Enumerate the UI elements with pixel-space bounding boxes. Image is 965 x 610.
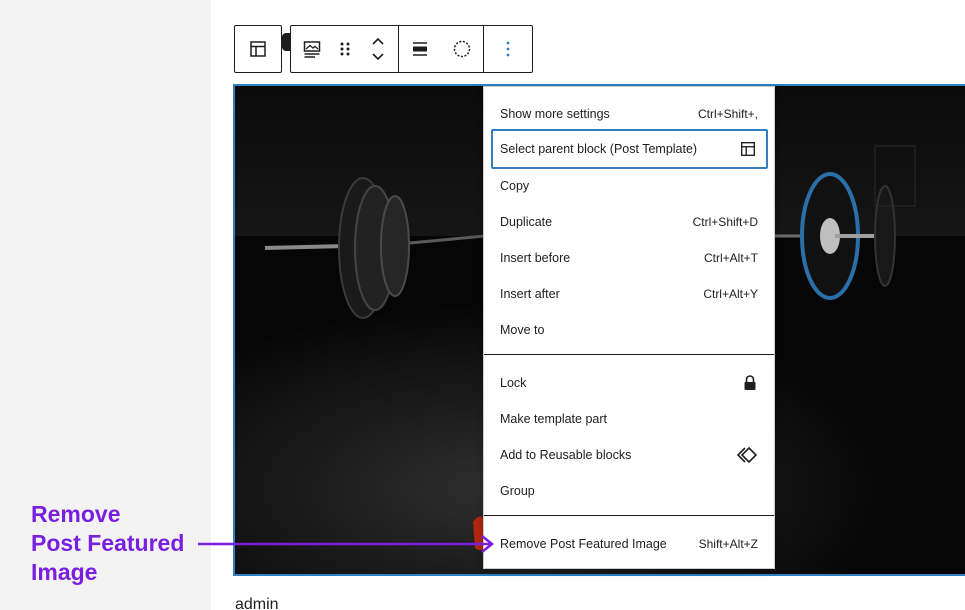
menu-item-label: Insert before — [500, 251, 571, 265]
more-options-icon — [506, 41, 510, 57]
menu-item-make-template-part[interactable]: Make template part — [500, 405, 758, 433]
menu-item-label: Group — [500, 484, 535, 498]
duotone-button[interactable] — [445, 26, 479, 72]
menu-item-label: Make template part — [500, 412, 607, 426]
menu-item-label: Add to Reusable blocks — [500, 448, 632, 462]
menu-separator — [484, 515, 774, 516]
menu-item-insert-before[interactable]: Insert before Ctrl+Alt+T — [500, 244, 758, 272]
annotation-callout: Remove Post Featured Image — [31, 500, 184, 587]
menu-item-label: Show more settings — [500, 107, 610, 121]
menu-item-show-more-settings[interactable]: Show more settings Ctrl+Shift+, — [500, 100, 758, 128]
block-toolbar — [290, 25, 533, 73]
menu-item-label: Lock — [500, 376, 527, 390]
lock-icon — [744, 375, 756, 390]
annotation-line: Post Featured — [31, 530, 185, 556]
menu-item-label: Insert after — [500, 287, 560, 301]
menu-item-label: Select parent block (Post Template) — [500, 142, 698, 156]
menu-item-remove-post-featured-image[interactable]: Remove Post Featured Image Shift+Alt+Z — [500, 530, 758, 558]
menu-item-shortcut: Ctrl+Alt+T — [703, 251, 758, 265]
align-icon — [413, 42, 427, 56]
menu-item-shortcut: Ctrl+Shift+D — [692, 215, 758, 229]
block-type-button[interactable] — [295, 26, 328, 72]
select-parent-button[interactable] — [234, 25, 282, 73]
annotation-arrow-icon — [198, 535, 495, 553]
menu-item-label: Duplicate — [500, 215, 553, 229]
menu-item-duplicate[interactable]: Duplicate Ctrl+Shift+D — [500, 208, 758, 236]
menu-item-label: Remove Post Featured Image — [500, 537, 667, 551]
menu-item-insert-after[interactable]: Insert after Ctrl+Alt+Y — [500, 280, 758, 308]
menu-item-move-to[interactable]: Move to — [500, 316, 758, 344]
menu-item-lock[interactable]: Lock — [500, 369, 758, 397]
move-up-down-icon — [371, 37, 384, 61]
move-up-down-button[interactable] — [361, 26, 394, 72]
menu-separator — [484, 354, 774, 355]
duotone-icon — [453, 40, 471, 58]
post-template-icon — [250, 41, 266, 57]
post-featured-image-icon — [303, 41, 320, 58]
align-button[interactable] — [403, 26, 437, 72]
block-options-menu: Show more settings Ctrl+Shift+, Select p… — [483, 86, 775, 569]
reusable-block-icon — [736, 446, 758, 464]
menu-item-label: Move to — [500, 323, 545, 337]
menu-item-shortcut: Shift+Alt+Z — [698, 537, 758, 551]
more-options-button[interactable] — [491, 26, 525, 72]
menu-item-copy[interactable]: Copy — [500, 172, 758, 200]
post-template-icon — [741, 142, 755, 156]
annotation-line: Remove — [31, 501, 121, 527]
annotation-line: Image — [31, 559, 98, 585]
menu-item-shortcut: Ctrl+Shift+, — [697, 107, 758, 121]
menu-item-add-to-reusable-blocks[interactable]: Add to Reusable blocks — [500, 441, 758, 469]
toolbar-nub — [282, 33, 290, 51]
menu-item-select-parent-block[interactable]: Select parent block (Post Template) — [491, 129, 768, 169]
menu-item-label: Copy — [500, 179, 530, 193]
drag-handle[interactable] — [328, 26, 361, 72]
menu-item-shortcut: Ctrl+Alt+Y — [703, 287, 758, 301]
post-author-text: admin — [235, 596, 279, 610]
drag-handle-icon — [340, 42, 349, 56]
menu-item-group[interactable]: Group — [500, 477, 758, 505]
